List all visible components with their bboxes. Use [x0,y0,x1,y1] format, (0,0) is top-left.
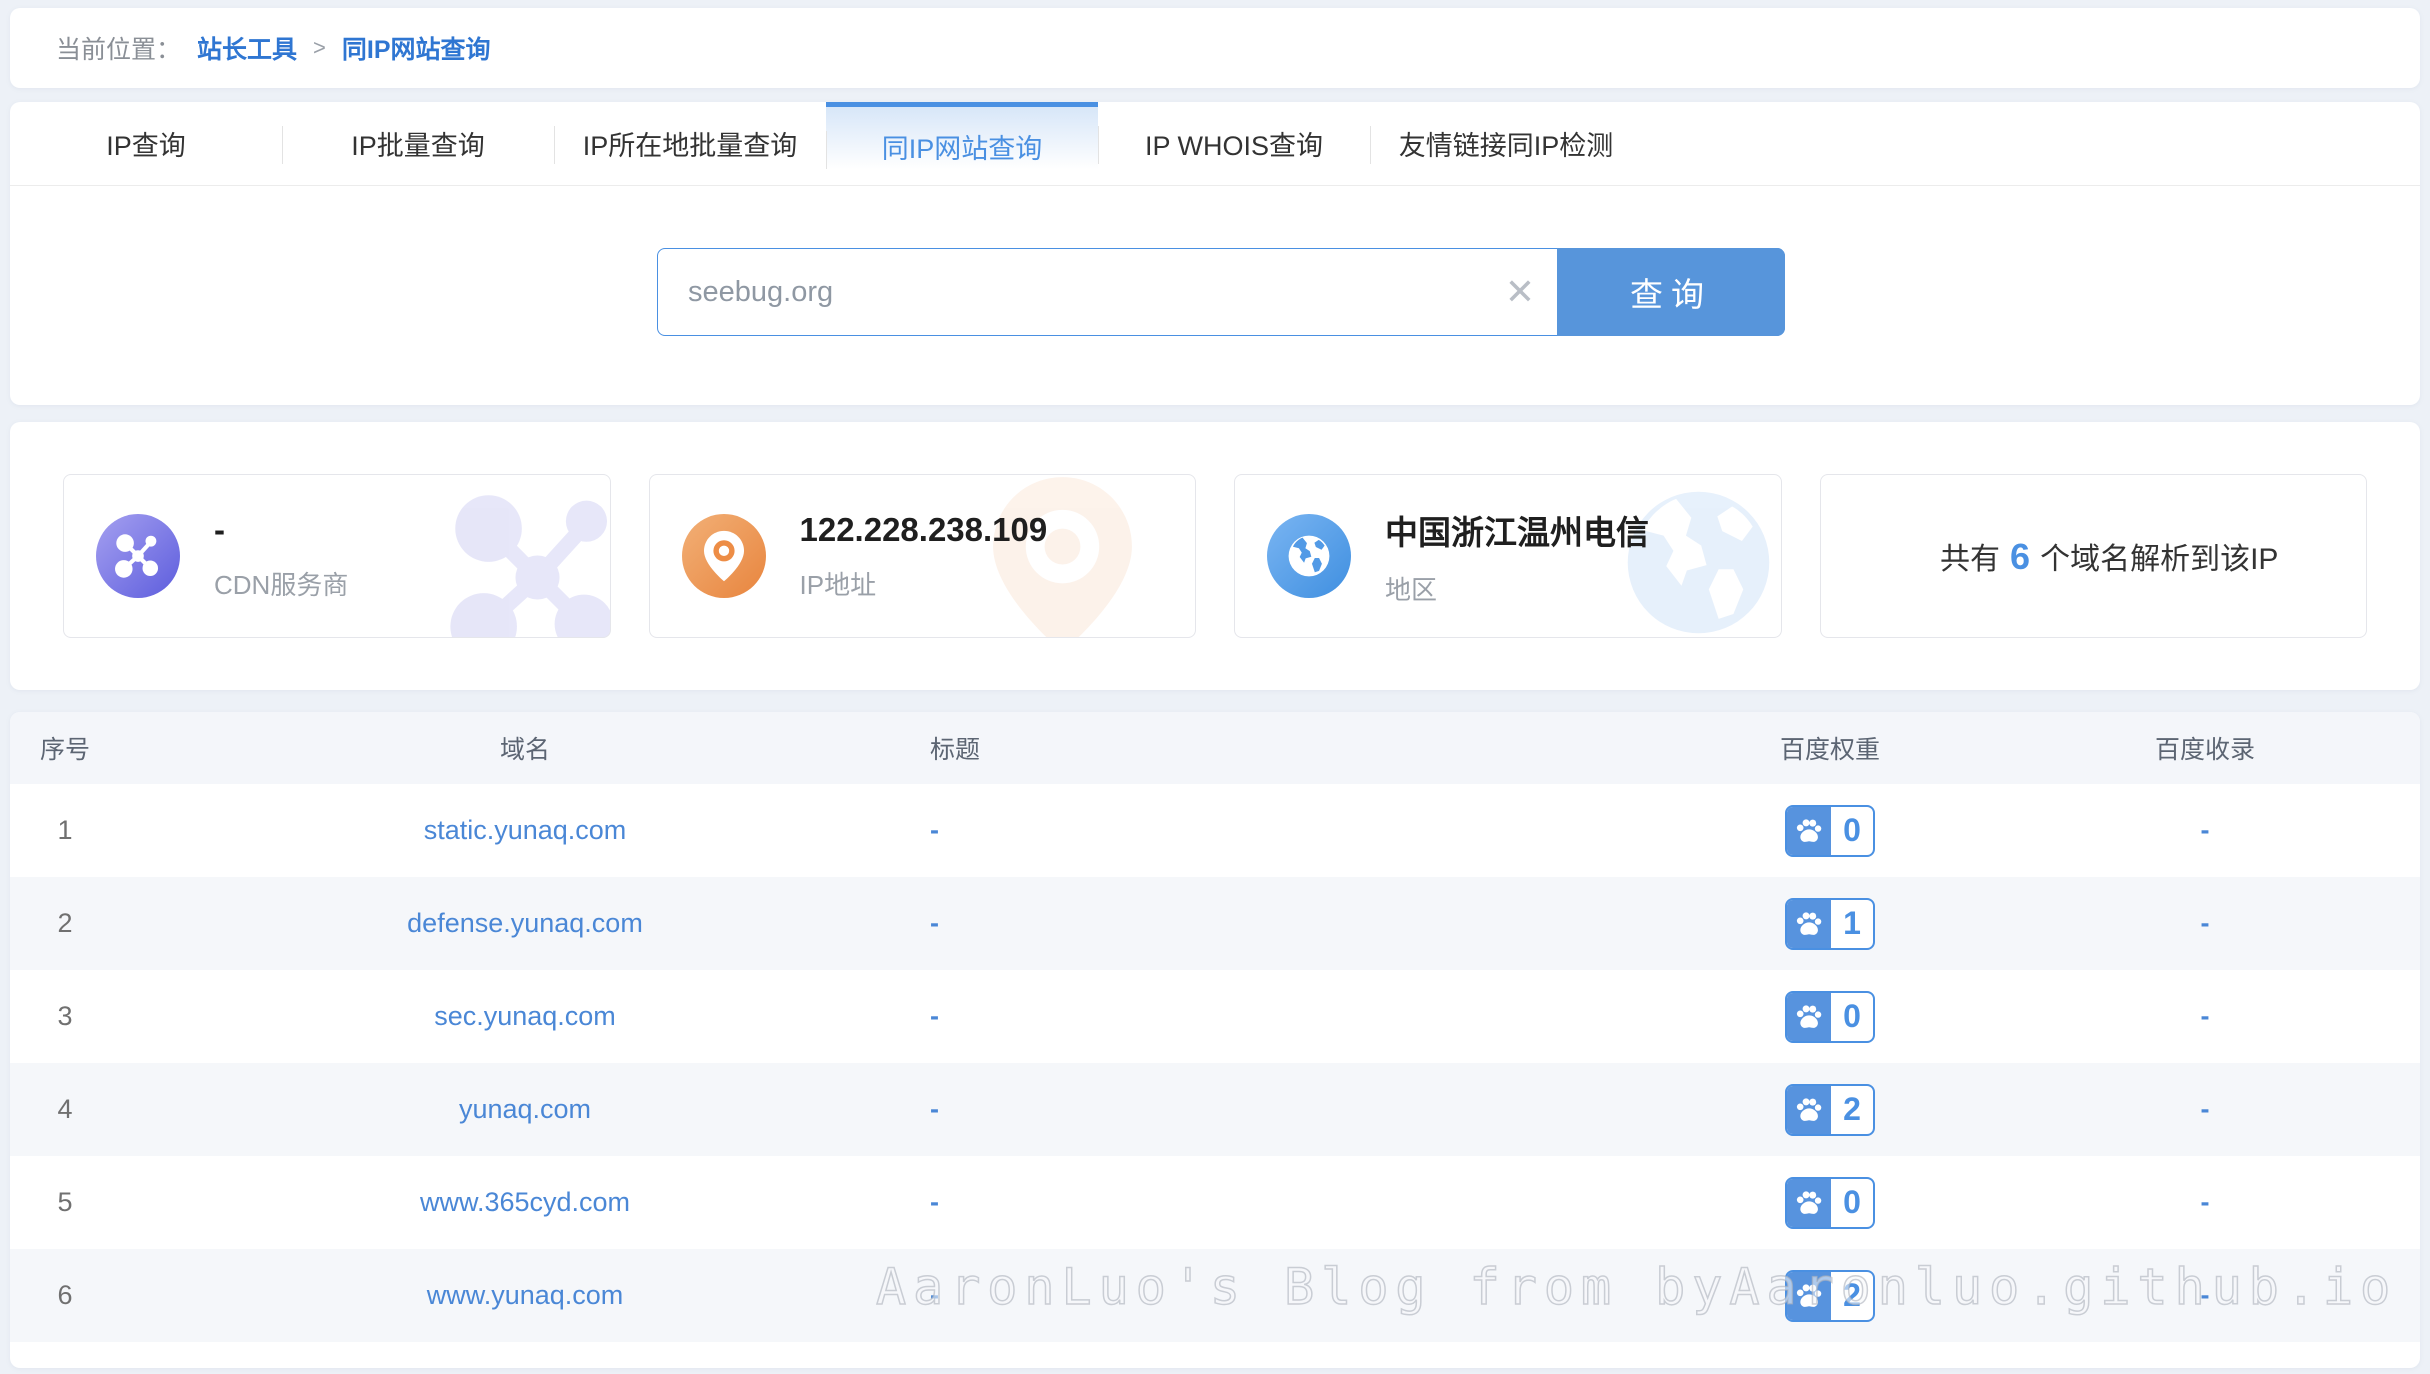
header-domain: 域名 [120,730,930,766]
breadcrumb-current-link[interactable]: 同IP网站查询 [342,30,491,66]
baidu-indexed-value: - [1990,1280,2420,1311]
baidu-weight-number: 0 [1831,1179,1873,1227]
globe-icon [1267,514,1351,598]
tab-4[interactable]: 同IP网站查询 [826,102,1098,185]
baidu-paw-icon [1787,1272,1831,1320]
baidu-weight-badge[interactable]: 0 [1785,805,1875,857]
tab-6[interactable]: 友情链接同IP检测 [1370,102,1642,185]
domain-link[interactable]: www.yunaq.com [120,1280,930,1311]
baidu-paw-icon [1787,993,1831,1041]
baidu-weight-number: 0 [1831,993,1873,1041]
table-row: 2defense.yunaq.com-1- [10,877,2420,970]
domain-link[interactable]: yunaq.com [120,1094,930,1125]
query-button[interactable]: 查询 [1557,248,1785,336]
breadcrumb-bar: 当前位置： 站长工具 > 同IP网站查询 [10,8,2420,88]
search-box: ✕ 查询 [657,248,1785,336]
baidu-indexed-value: - [1990,1187,2420,1218]
baidu-weight-cell: 0 [1670,991,1990,1043]
tab-2[interactable]: IP批量查询 [282,102,554,185]
region-card: 中国浙江温州电信 地区 [1234,474,1782,638]
baidu-weight-number: 1 [1831,900,1873,948]
table-row: 5www.365cyd.com-0- [10,1156,2420,1249]
baidu-weight-cell: 2 [1670,1084,1990,1136]
title-value: - [930,1001,1670,1032]
header-title: 标题 [930,730,1670,766]
header-index: 序号 [10,730,120,766]
baidu-weight-cell: 1 [1670,898,1990,950]
table-row: 6www.yunaq.com-2- [10,1249,2420,1342]
region-value: 中国浙江温州电信 [1385,506,1649,554]
row-index: 4 [10,1094,120,1125]
baidu-weight-cell: 0 [1670,1177,1990,1229]
baidu-indexed-value: - [1990,1094,2420,1125]
network-ghost-icon [420,474,611,638]
row-index: 3 [10,1001,120,1032]
domain-count-card: 共有 6 个域名解析到该IP [1820,474,2368,638]
summary-cards-panel: - CDN服务商 122.228.238.109 IP地址 中国浙江温州电信 地… [10,422,2420,690]
table-row: 1static.yunaq.com-0- [10,784,2420,877]
ip-card: 122.228.238.109 IP地址 [649,474,1197,638]
count-prefix: 共有 [1940,543,2000,576]
baidu-paw-icon [1787,807,1831,855]
domain-count-text: 共有 6 个域名解析到该IP [1853,534,2367,578]
baidu-weight-badge[interactable]: 0 [1785,1177,1875,1229]
baidu-paw-icon [1787,900,1831,948]
tab-5[interactable]: IP WHOIS查询 [1098,102,1370,185]
count-suffix: 个域名解析到该IP [2040,543,2278,576]
network-icon [96,514,180,598]
baidu-indexed-value: - [1990,815,2420,846]
domain-link[interactable]: static.yunaq.com [120,815,930,846]
table-row: 3sec.yunaq.com-0- [10,970,2420,1063]
domain-link[interactable]: sec.yunaq.com [120,1001,930,1032]
ip-value: 122.228.238.109 [800,511,1048,549]
breadcrumb-home-link[interactable]: 站长工具 [197,30,297,66]
breadcrumb-label: 当前位置： [56,30,181,66]
tools-panel: IP查询IP批量查询IP所在地批量查询同IP网站查询IP WHOIS查询友情链接… [10,102,2420,405]
breadcrumb: 当前位置： 站长工具 > 同IP网站查询 [10,8,2420,88]
baidu-weight-badge[interactable]: 0 [1785,991,1875,1043]
ip-label: IP地址 [800,565,1048,602]
baidu-paw-icon [1787,1179,1831,1227]
baidu-paw-icon [1787,1086,1831,1134]
breadcrumb-separator: > [313,35,326,61]
header-baidu-weight: 百度权重 [1670,730,1990,766]
table-header-row: 序号 域名 标题 百度权重 百度收录 [10,712,2420,784]
row-index: 2 [10,908,120,939]
count-number: 6 [2010,536,2030,577]
baidu-weight-cell: 2 [1670,1270,1990,1322]
title-value: - [930,1187,1670,1218]
domain-link[interactable]: defense.yunaq.com [120,908,930,939]
search-input[interactable] [658,249,1483,335]
tab-bar: IP查询IP批量查询IP所在地批量查询同IP网站查询IP WHOIS查询友情链接… [10,102,2420,186]
table-body: 1static.yunaq.com-0-2defense.yunaq.com-1… [10,784,2420,1342]
cdn-value: - [214,511,348,549]
clear-icon[interactable]: ✕ [1483,249,1557,335]
title-value: - [930,815,1670,846]
domain-link[interactable]: www.365cyd.com [120,1187,930,1218]
baidu-weight-badge[interactable]: 2 [1785,1084,1875,1136]
baidu-indexed-value: - [1990,1001,2420,1032]
region-label: 地区 [1385,570,1649,607]
header-baidu-indexed: 百度收录 [1990,730,2420,766]
row-index: 1 [10,815,120,846]
baidu-weight-number: 0 [1831,807,1873,855]
row-index: 6 [10,1280,120,1311]
baidu-indexed-value: - [1990,908,2420,939]
location-pin-icon [682,514,766,598]
baidu-weight-cell: 0 [1670,805,1990,857]
title-value: - [930,1094,1670,1125]
row-index: 5 [10,1187,120,1218]
baidu-weight-badge[interactable]: 1 [1785,898,1875,950]
baidu-weight-number: 2 [1831,1086,1873,1134]
title-value: - [930,1280,1670,1311]
cdn-card: - CDN服务商 [63,474,611,638]
baidu-weight-badge[interactable]: 2 [1785,1270,1875,1322]
title-value: - [930,908,1670,939]
tab-1[interactable]: IP查询 [10,102,282,185]
cdn-label: CDN服务商 [214,565,348,602]
table-row: 4yunaq.com-2- [10,1063,2420,1156]
baidu-weight-number: 2 [1831,1272,1873,1320]
results-table-panel: 序号 域名 标题 百度权重 百度收录 1static.yunaq.com-0-2… [10,712,2420,1368]
tab-3[interactable]: IP所在地批量查询 [554,102,826,185]
